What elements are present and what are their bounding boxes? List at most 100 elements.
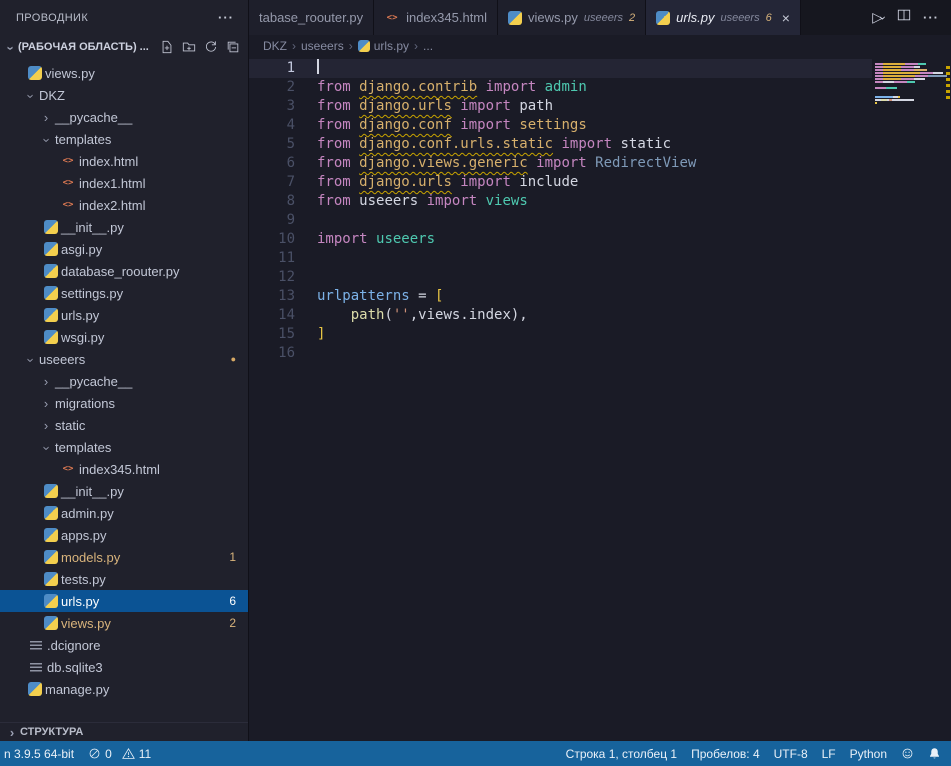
notifications-bell-icon[interactable] <box>928 747 941 760</box>
explorer-more-icon[interactable]: ··· <box>218 10 234 25</box>
error-count: 0 <box>105 747 112 761</box>
encoding-setting[interactable]: UTF-8 <box>774 747 808 761</box>
line-number: 14 <box>249 306 295 325</box>
tree-item-asgi.py[interactable]: asgi.py <box>0 238 248 260</box>
tree-folder-useeers[interactable]: ›useeers● <box>0 348 248 370</box>
tree-item-__init__.py[interactable]: __init__.py <box>0 216 248 238</box>
code-token: import <box>477 79 544 95</box>
breadcrumb-item-DKZ[interactable]: DKZ <box>263 39 287 53</box>
tree-item-.dcignore[interactable]: .dcignore <box>0 634 248 656</box>
tree-item-views.py[interactable]: views.py2 <box>0 612 248 634</box>
tree-item-index1.html[interactable]: <>index1.html <box>0 172 248 194</box>
workspace-section-header[interactable]: › (РАБОЧАЯ ОБЛАСТЬ) ... <box>0 35 248 59</box>
tab-views.py[interactable]: views.pyuseeers2 <box>498 0 646 35</box>
tree-item-index.html[interactable]: <>index.html <box>0 150 248 172</box>
language-label: Python <box>850 747 887 761</box>
code-line: 8from useeers import views <box>249 192 872 211</box>
editor-group: tabase_roouter.py<>index345.htmlviews.py… <box>249 0 951 741</box>
breadcrumb-separator: › <box>414 39 418 53</box>
code-line: 10import useeers <box>249 230 872 249</box>
tree-item-label: apps.py <box>61 528 107 543</box>
python-file-icon <box>44 308 58 322</box>
tree-item-settings.py[interactable]: settings.py <box>0 282 248 304</box>
code-token: import <box>528 155 595 171</box>
tree-item-admin.py[interactable]: admin.py <box>0 502 248 524</box>
tree-folder-static[interactable]: ›static <box>0 414 248 436</box>
tree-item-manage.py[interactable]: manage.py <box>0 678 248 700</box>
code-token: import <box>452 174 519 190</box>
language-mode[interactable]: Python <box>850 747 887 761</box>
python-file-icon <box>44 264 58 278</box>
new-folder-icon[interactable] <box>182 40 196 54</box>
split-editor-icon[interactable] <box>897 8 911 27</box>
line-content: urlpatterns = [ <box>295 287 443 306</box>
refresh-icon[interactable] <box>204 40 218 54</box>
python-file-icon <box>44 242 58 256</box>
code-token: path <box>351 307 385 323</box>
python-interpreter[interactable]: n 3.9.5 64-bit <box>4 747 74 761</box>
tree-item-apps.py[interactable]: apps.py <box>0 524 248 546</box>
cursor-position[interactable]: Строка 1, столбец 1 <box>566 747 677 761</box>
eol-setting[interactable]: LF <box>822 747 836 761</box>
tree-item-urls.py[interactable]: urls.py6 <box>0 590 248 612</box>
tree-item-label: static <box>55 418 85 433</box>
indentation-setting[interactable]: Пробелов: 4 <box>691 747 760 761</box>
tree-folder-__pycache__[interactable]: ›__pycache__ <box>0 370 248 392</box>
breadcrumb-item-urls.py[interactable]: urls.py <box>358 39 409 53</box>
tree-item-db.sqlite3[interactable]: db.sqlite3 <box>0 656 248 678</box>
python-file-icon <box>656 11 670 25</box>
tree-item-tests.py[interactable]: tests.py <box>0 568 248 590</box>
minimap[interactable] <box>872 57 951 741</box>
line-number: 13 <box>249 287 295 306</box>
tab-urls.py[interactable]: urls.pyuseeers6× <box>646 0 801 35</box>
tree-item-label: templates <box>55 132 111 147</box>
tree-folder-DKZ[interactable]: ›DKZ <box>0 84 248 106</box>
code-editor[interactable]: 12from django.contrib import admin3from … <box>249 57 951 741</box>
code-token: ,views.index), <box>410 307 528 323</box>
tree-item-label: useeers <box>39 352 85 367</box>
minimap-token <box>875 81 883 83</box>
workspace-actions <box>160 40 240 54</box>
minimap-token <box>918 63 926 65</box>
breadcrumb-item-...[interactable]: ... <box>423 39 433 53</box>
tab-tabase_roouter.py[interactable]: tabase_roouter.py <box>249 0 374 35</box>
code-token: [ <box>435 288 443 304</box>
tree-item-index345.html[interactable]: <>index345.html <box>0 458 248 480</box>
tree-item-wsgi.py[interactable]: wsgi.py <box>0 326 248 348</box>
tree-item-urls.py[interactable]: urls.py <box>0 304 248 326</box>
tree-item-label: __init__.py <box>61 484 124 499</box>
html-file-icon: <> <box>60 200 76 210</box>
tree-item-label: templates <box>55 440 111 455</box>
feedback-icon[interactable] <box>901 747 914 760</box>
tree-folder-__pycache__[interactable]: ›__pycache__ <box>0 106 248 128</box>
warning-tick <box>946 96 950 99</box>
tree-folder-templates[interactable]: ›templates <box>0 128 248 150</box>
file-tree: views.py›DKZ›__pycache__›templates<>inde… <box>0 59 248 722</box>
line-content <box>295 268 317 287</box>
tree-item-index2.html[interactable]: <>index2.html <box>0 194 248 216</box>
outline-section-header[interactable]: › СТРУКТУРА <box>0 722 248 741</box>
tree-folder-templates[interactable]: ›templates <box>0 436 248 458</box>
minimap-line <box>875 105 951 107</box>
python-file-icon <box>44 506 58 520</box>
tree-item-models.py[interactable]: models.py1 <box>0 546 248 568</box>
chevron-right-icon: › <box>40 374 52 389</box>
line-number: 9 <box>249 211 295 230</box>
problems-indicator[interactable]: 0 11 <box>88 747 151 761</box>
code-line: 4from django.conf import settings <box>249 116 872 135</box>
code-token: = <box>410 288 435 304</box>
minimap-token <box>883 63 905 65</box>
collapse-all-icon[interactable] <box>226 40 240 54</box>
tab-index345.html[interactable]: <>index345.html <box>374 0 498 35</box>
python-file-icon <box>28 66 42 80</box>
close-icon[interactable]: × <box>782 10 790 26</box>
editor-more-icon[interactable]: ··· <box>923 10 939 25</box>
tree-item-__init__.py[interactable]: __init__.py <box>0 480 248 502</box>
tree-item-database_roouter.py[interactable]: database_roouter.py <box>0 260 248 282</box>
run-dropdown-icon[interactable]: › <box>876 16 890 20</box>
tree-item-label: admin.py <box>61 506 114 521</box>
tree-folder-migrations[interactable]: ›migrations <box>0 392 248 414</box>
tree-item-views.py[interactable]: views.py <box>0 62 248 84</box>
breadcrumb-item-useeers[interactable]: useeers <box>301 39 344 53</box>
new-file-icon[interactable] <box>160 40 174 54</box>
